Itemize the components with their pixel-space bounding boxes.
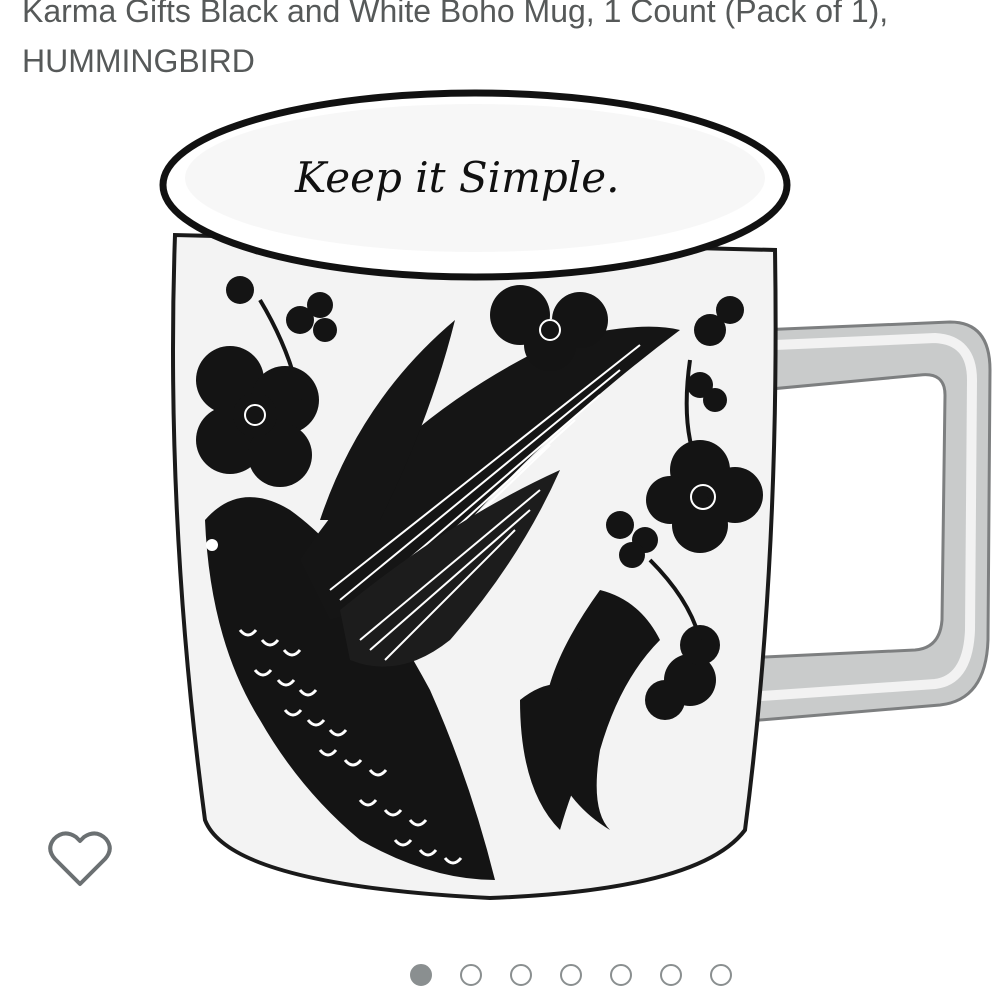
mug-inscription: Keep it Simple. <box>294 153 619 202</box>
product-title-line-2: HUMMINGBIRD <box>22 43 255 79</box>
wishlist-button[interactable] <box>44 826 116 892</box>
product-title-line-1: Karma Gifts Black and White Boho Mug, 1 … <box>22 0 889 29</box>
product-image[interactable]: Keep it Simple. <box>0 80 1000 910</box>
mug-illustration: Keep it Simple. <box>159 89 992 901</box>
carousel-dot[interactable] <box>460 964 482 986</box>
product-title: Karma Gifts Black and White Boho Mug, 1 … <box>22 0 1000 86</box>
carousel-dot[interactable] <box>560 964 582 986</box>
carousel-dot[interactable] <box>710 964 732 986</box>
carousel-dot[interactable] <box>410 964 432 986</box>
carousel-dot[interactable] <box>510 964 532 986</box>
carousel-indicator <box>410 960 732 990</box>
carousel-dot[interactable] <box>660 964 682 986</box>
heart-outline-icon <box>48 831 112 886</box>
carousel-dot[interactable] <box>610 964 632 986</box>
